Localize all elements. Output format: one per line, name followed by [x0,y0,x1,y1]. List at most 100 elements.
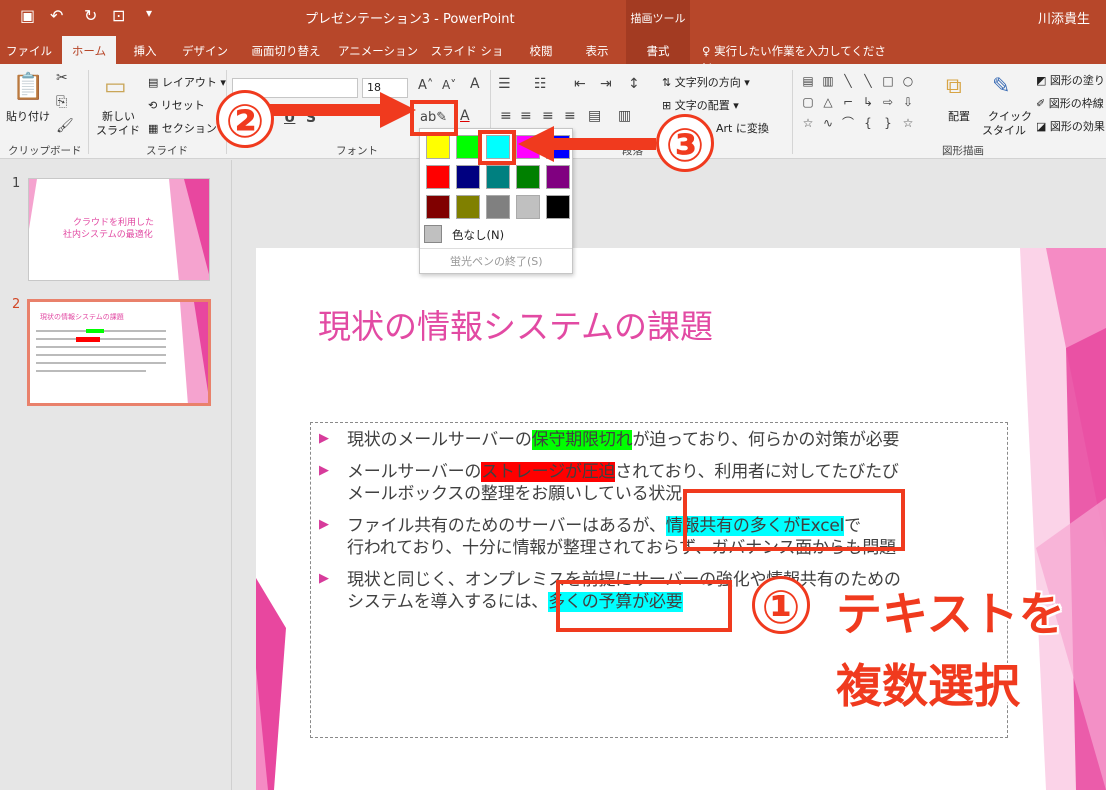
line2-shape-icon[interactable]: ╲ [860,74,876,88]
quick-style-icon[interactable]: ✎ [992,74,1010,99]
connector-shape-icon[interactable]: ⌐ [840,95,856,109]
slide-thumbnail-1[interactable]: クラウドを利用した 社内システムの最適化 [28,178,210,281]
arrow-shape-icon[interactable]: ⇨ [880,95,896,109]
highlight-color-swatch[interactable] [456,135,480,159]
distribute-icon[interactable]: ▤ [588,108,601,124]
menu-separator [420,248,572,249]
highlight-color-swatch[interactable] [426,165,450,189]
font-color-icon[interactable]: A [460,108,470,124]
format-painter-icon[interactable]: 🖌 [56,118,74,134]
elbow-shape-icon[interactable]: ↳ [860,95,876,109]
decrease-indent-icon[interactable]: ⇤ [574,76,586,92]
paste-icon[interactable]: 📋 [12,72,44,102]
highlight-color-swatch[interactable] [516,195,540,219]
vtextbox-shape-icon[interactable]: ▥ [820,74,836,88]
paste-button[interactable]: 貼り付け [6,108,50,124]
oval-shape-icon[interactable]: ○ [900,74,916,88]
highlight-color-swatch[interactable] [516,165,540,189]
section-button[interactable]: ▦ セクション [148,120,217,136]
highlight-color-swatch[interactable] [426,135,450,159]
user-name[interactable]: 川添貴生 [1038,8,1090,27]
tab-animations[interactable]: アニメーション [336,36,420,64]
tab-view[interactable]: 表示 [572,36,622,64]
align-text-button[interactable]: ⊞ 文字の配置 ▾ [662,97,739,113]
rounded-rect-shape-icon[interactable]: ▢ [800,95,816,109]
shape-outline-button[interactable]: ✐ 図形の枠線 [1036,95,1104,111]
shape-fill-button[interactable]: ◩ 図形の塗り [1036,72,1105,88]
arrange-button[interactable]: 配置 [948,108,970,124]
slide-thumbnail-2[interactable]: 現状の情報システムの課題 [27,299,211,406]
arc-shape-icon[interactable]: ⌒ [840,116,856,130]
highlight-color-swatch[interactable] [426,195,450,219]
align-right-icon[interactable]: ≡ [542,108,554,124]
justify-icon[interactable]: ≡ [564,108,576,124]
section-icon: ▦ [148,122,162,135]
tab-file[interactable]: ファイル [0,36,58,64]
highlight-color-swatch[interactable] [456,165,480,189]
highlight-color-swatch[interactable] [546,165,570,189]
customize-icon[interactable]: ▾ [146,6,152,20]
tab-format[interactable]: 書式 [626,36,690,64]
tell-me-box[interactable]: ♀ 実行したい作業を入力してください [702,36,892,74]
lightbulb-icon: ♀ [702,44,711,58]
align-text-icon: ⊞ [662,99,675,112]
tab-home[interactable]: ホーム [62,36,116,64]
copy-icon[interactable]: ⎘ [56,94,67,110]
increase-indent-icon[interactable]: ⇥ [600,76,612,92]
arrange-icon[interactable]: ⧉ [946,74,962,99]
tab-review[interactable]: 校閲 [516,36,566,64]
shape-effects-button[interactable]: ◪ 図形の効果 [1036,118,1105,134]
smartart-button[interactable]: Art に変換 [716,120,769,136]
new-slide-label-2[interactable]: スライド [96,122,140,138]
highlight-color-swatch[interactable] [486,165,510,189]
cut-icon[interactable]: ✂ [56,70,68,86]
grow-font-icon[interactable]: A˄ [418,78,433,93]
bullet-line-cont[interactable]: メールボックスの整理をお願いしている状況 [347,479,682,504]
brace-left-shape-icon[interactable]: { [860,116,876,130]
shrink-font-icon[interactable]: A˅ [442,78,456,92]
bullet-line[interactable]: 現状のメールサーバーの保守期限切れが迫っており、何らかの対策が必要 [347,425,899,450]
annotation-label-2: 複数選択 [836,659,1020,713]
reset-button[interactable]: ⟲ リセット [148,97,205,113]
rect-shape-icon[interactable]: □ [880,74,896,88]
text-direction-button[interactable]: ⇅ 文字列の方向 ▾ [662,74,750,90]
numbering-icon[interactable]: ☷ [534,76,547,92]
undo-icon[interactable]: ↶ [50,6,63,25]
clipboard-group-label: クリップボード [8,145,82,157]
no-color-option[interactable]: 色なし(N) [452,227,504,243]
layout-button[interactable]: ▤ レイアウト ▾ [148,74,226,90]
stop-highlighting-option[interactable]: 蛍光ペンの終了(S) [450,253,543,269]
tab-design[interactable]: デザイン [174,36,236,64]
redo-icon[interactable]: ↻ [84,6,97,25]
save-icon[interactable]: ▣ [20,6,35,25]
star2-shape-icon[interactable]: ☆ [900,116,916,130]
highlight-color-swatch[interactable] [546,195,570,219]
tab-slideshow[interactable]: スライド ショー [426,36,508,74]
slide-title[interactable]: 現状の情報システムの課題 [318,300,713,348]
tab-transitions[interactable]: 画面切り替え [244,36,328,64]
columns-icon[interactable]: ▥ [618,108,631,124]
textbox-shape-icon[interactable]: ▤ [800,74,816,88]
highlight-color-swatch[interactable] [456,195,480,219]
step-3-marker: ③ [656,114,714,172]
quick-style-label-2[interactable]: スタイル [982,122,1026,138]
tab-insert[interactable]: 挿入 [120,36,170,64]
effects-icon: ◪ [1036,120,1050,133]
triangle-shape-icon[interactable]: △ [820,95,836,109]
present-icon[interactable]: ⊡ [112,6,125,25]
line-shape-icon[interactable]: ╲ [840,74,856,88]
down-arrow-shape-icon[interactable]: ⇩ [900,95,916,109]
bullets-icon[interactable]: ☰ [498,76,511,92]
no-color-swatch[interactable] [424,225,442,243]
new-slide-icon[interactable]: ▭ [104,72,127,100]
star-shape-icon[interactable]: ☆ [800,116,816,130]
align-center-icon[interactable]: ≡ [520,108,532,124]
highlight-color-swatch[interactable] [486,195,510,219]
brace-right-shape-icon[interactable]: } [880,116,896,130]
clear-format-icon[interactable]: A [470,76,480,92]
bullet-icon: ▶ [319,431,329,446]
align-left-icon[interactable]: ≡ [500,108,512,124]
line-spacing-icon[interactable]: ↕ [628,76,640,92]
curve-shape-icon[interactable]: ∿ [820,116,836,130]
slide-thumbnail-pane: 1 クラウドを利用した 社内システムの最適化 2 現状の情報システムの課題 [0,160,232,790]
